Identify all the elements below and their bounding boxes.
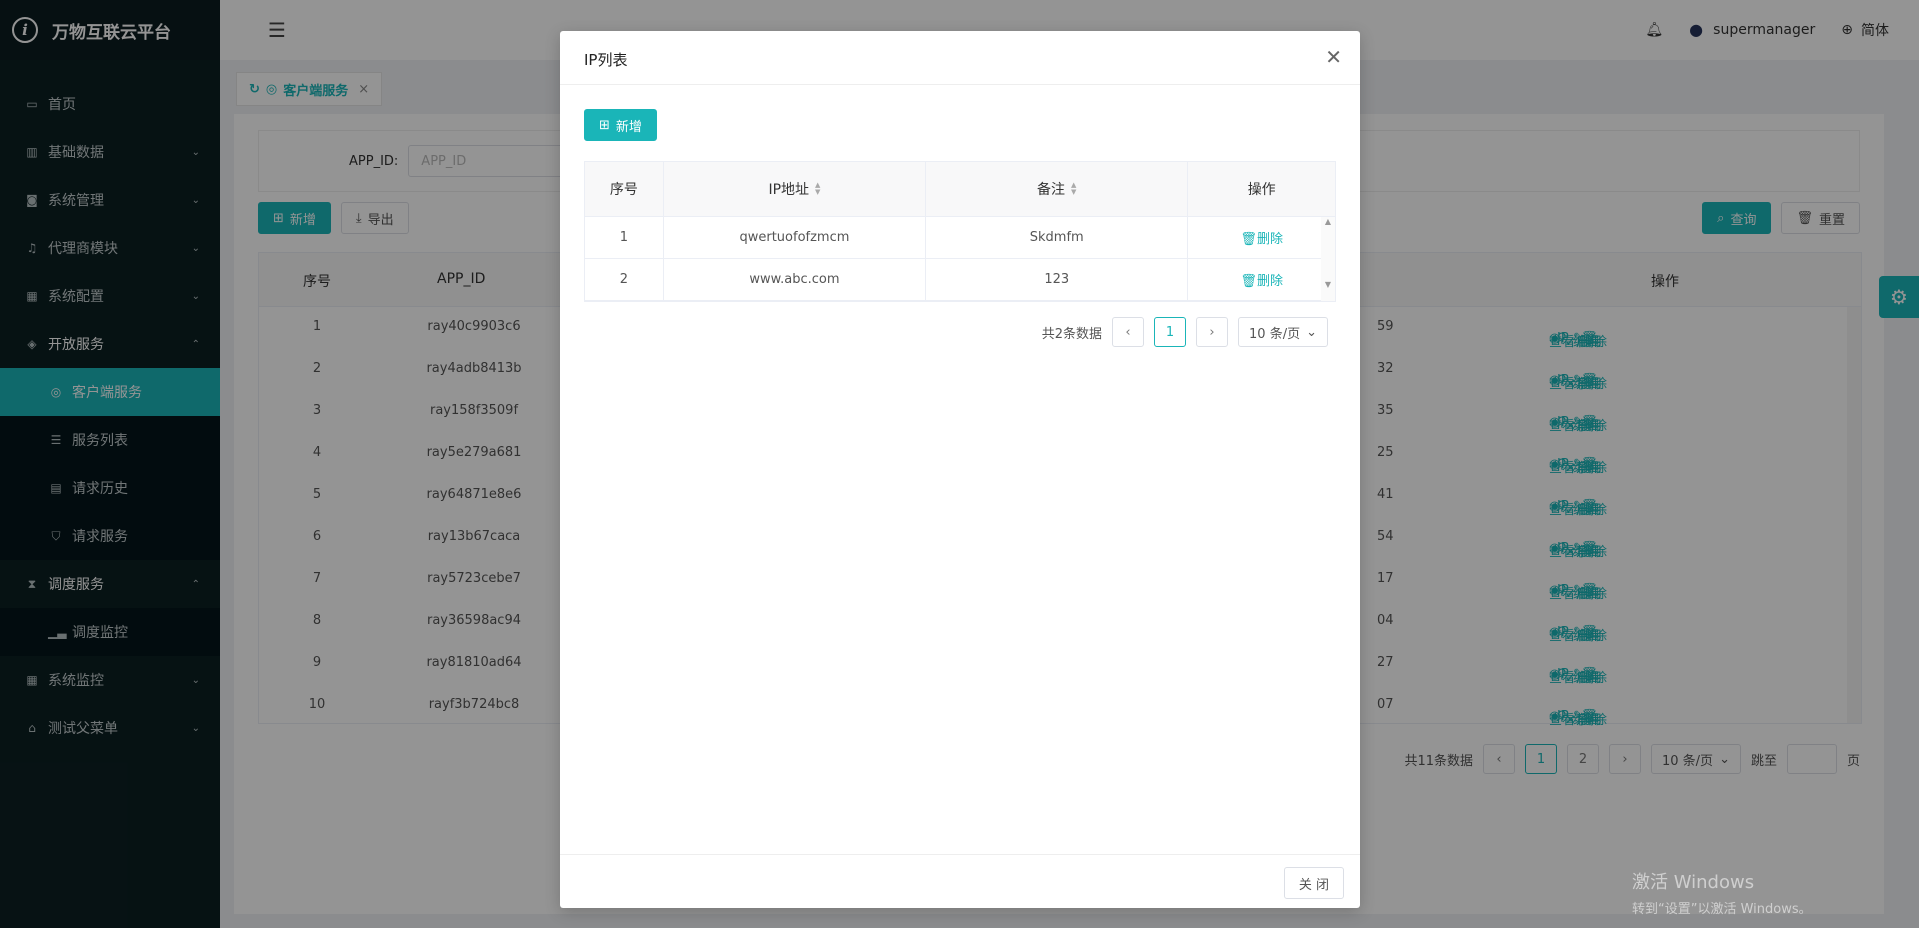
delete-link[interactable]: 🗑︎删除 [1240,270,1283,289]
row-ip: qwertuofofzmcm [739,230,850,245]
page-size-value: 10 条/页 [1249,326,1301,342]
watermark-line2: 转到“设置”以激活 Windows。 [1632,902,1812,917]
delete-label: 删除 [1256,274,1283,289]
sort-icon: ▲ ▼ [815,181,821,196]
row-remark: Skdmfm [1029,230,1084,245]
page-1[interactable]: 1 [1154,317,1187,347]
col-remark: 备注 [1037,182,1066,198]
folder-add-icon: ⊞ [599,117,610,133]
sort-icon: ▲ ▼ [1071,181,1077,196]
row-index: 2 [619,272,629,287]
table-row: 2 www.abc.com 123 🗑︎删除 [585,259,1335,301]
ip-list-modal: IP列表 ✕ ⊞ 新增 序号 IP地址 ▲ ▼ 备注 ▲ ▼ 操作 1 qwertu… [560,31,1360,908]
watermark-line1: 激活 Windows [1632,872,1755,893]
page-size-select[interactable]: 10 条/页 ⌄ [1238,317,1328,347]
col-remark-sort[interactable]: 备注 ▲ ▼ [926,162,1189,216]
trash-icon: 🗑︎ [1240,274,1257,289]
chevron-down-icon: ⌄ [1306,324,1317,340]
ip-table-header: 序号 IP地址 ▲ ▼ 备注 ▲ ▼ 操作 [585,162,1335,217]
modal-add-label: 新增 [615,119,642,135]
total-count: 共2条数据 [1041,326,1103,342]
table-row: 1 qwertuofofzmcm Skdmfm 🗑︎删除 [585,217,1335,259]
prev-page-button[interactable]: ‹ [1112,317,1145,347]
modal-pagination: 共2条数据 ‹ 1 › 10 条/页 ⌄ [1042,317,1328,347]
delete-link[interactable]: 🗑︎删除 [1240,228,1283,247]
col-index: 序号 [609,182,638,198]
ip-table: 序号 IP地址 ▲ ▼ 备注 ▲ ▼ 操作 1 qwertuofofzmcm Skd… [584,161,1336,302]
modal-footer: 关 闭 [560,854,1360,908]
modal-title: IP列表 [584,51,628,69]
windows-activation-watermark: 激活 Windows 转到“设置”以激活 Windows。 [1632,868,1812,917]
delete-label: 删除 [1256,232,1283,247]
modal-header: IP列表 ✕ [560,31,1360,85]
close-button[interactable]: 关 闭 [1283,867,1344,899]
row-remark: 123 [1044,272,1070,287]
trash-icon: 🗑︎ [1240,232,1257,247]
col-actions: 操作 [1247,182,1276,198]
close-icon[interactable]: ✕ [1325,45,1342,69]
col-ip-sort[interactable]: IP地址 ▲ ▼ [664,162,927,216]
ip-table-scrollbar[interactable]: ▲ ▼ [1321,217,1335,301]
modal-add-button[interactable]: ⊞ 新增 [584,109,657,141]
row-ip: www.abc.com [749,272,840,287]
row-index: 1 [619,230,629,245]
col-ip: IP地址 [768,182,810,198]
next-page-button[interactable]: › [1196,317,1229,347]
